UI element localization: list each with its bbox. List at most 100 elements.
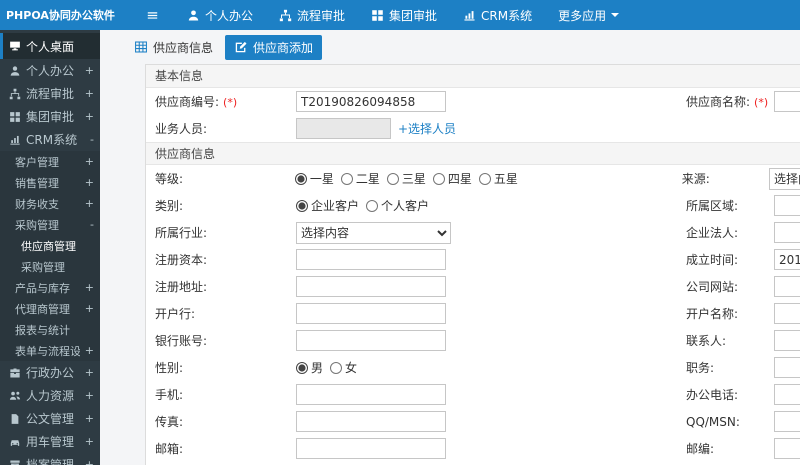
side-vehicle-mgmt[interactable]: 用车管理 +	[0, 430, 100, 453]
side-personal-desktop[interactable]: 个人桌面	[0, 33, 100, 59]
form-row: 银行账号: 联系人:	[146, 327, 800, 354]
gender-radio[interactable]	[330, 361, 343, 374]
level-option-label: 一星	[309, 172, 334, 186]
registered-address-input[interactable]	[296, 276, 446, 297]
side-product-inventory[interactable]: 产品与库存 +	[0, 277, 100, 298]
legal-person-input[interactable]	[774, 222, 800, 243]
side-sales-mgmt-label: 销售管理	[15, 176, 59, 190]
side-personal-office[interactable]: 个人办公 +	[0, 59, 100, 82]
side-sales-mgmt[interactable]: 销售管理 +	[0, 172, 100, 193]
side-group-approval[interactable]: 集团审批 +	[0, 105, 100, 128]
hamburger-menu-icon[interactable]	[138, 0, 166, 30]
bank-input[interactable]	[296, 303, 446, 324]
level-radio[interactable]	[340, 172, 353, 185]
nav-process-approval[interactable]: 流程审批	[266, 0, 358, 30]
side-hr[interactable]: 人力资源 +	[0, 384, 100, 407]
nav-more-apps[interactable]: 更多应用	[545, 0, 632, 30]
level-field: 一星 二星 三星 四星 五星	[294, 170, 682, 187]
qq-msn-label-text: QQ/MSN:	[686, 414, 740, 429]
contact-input[interactable]	[774, 330, 800, 351]
gender-option-1[interactable]: 女	[330, 359, 357, 376]
bank-account-input[interactable]	[296, 330, 446, 351]
category-label: 类别:	[146, 197, 296, 214]
gender-option-label: 女	[345, 361, 358, 375]
category-radio[interactable]	[366, 199, 379, 212]
side-supplier-mgmt[interactable]: 供应商管理	[0, 235, 100, 256]
business-person-input[interactable]	[296, 118, 391, 139]
side-process-approval[interactable]: 流程审批 +	[0, 82, 100, 105]
registered-capital-input[interactable]	[296, 249, 446, 270]
level-radio[interactable]	[294, 172, 307, 185]
side-finance[interactable]: 财务收支 +	[0, 193, 100, 214]
gender-radio[interactable]	[296, 361, 308, 374]
bank-field	[296, 303, 686, 324]
industry-select[interactable]: 选择内容	[296, 221, 451, 244]
tab-supplier-info[interactable]: 供应商信息	[130, 35, 217, 60]
legal-person-label-text: 企业法人:	[686, 226, 739, 240]
email-input[interactable]	[296, 438, 446, 459]
registered-address-label-text: 注册地址:	[155, 280, 208, 294]
qq-msn-input[interactable]	[774, 411, 800, 432]
website-input[interactable]	[774, 276, 800, 297]
side-document-mgmt[interactable]: 公文管理 +	[0, 407, 100, 430]
account-name-input[interactable]	[774, 303, 800, 324]
level-option-label: 二星	[355, 172, 380, 186]
level-radio[interactable]	[386, 172, 399, 185]
category-option-label: 个人客户	[381, 199, 430, 213]
mobile-input[interactable]	[296, 384, 446, 405]
fax-label: 传真:	[146, 413, 296, 430]
category-radio[interactable]	[296, 199, 308, 212]
gender-option-0[interactable]: 男	[296, 359, 323, 376]
supplier-no-input[interactable]	[296, 91, 446, 112]
required-marker: (*)	[754, 96, 769, 109]
nav-crm-system[interactable]: CRM系统	[450, 0, 545, 30]
side-form-process-settings[interactable]: 表单与流程设置 +	[0, 340, 100, 361]
expand-plus-icon: +	[84, 344, 94, 357]
founded-date-input[interactable]	[774, 249, 800, 270]
postcode-input[interactable]	[774, 438, 800, 459]
level-radio[interactable]	[478, 172, 491, 185]
side-archive-mgmt[interactable]: 档案管理 +	[0, 453, 100, 465]
side-crm-system[interactable]: CRM系统 -	[0, 128, 100, 151]
office-phone-input[interactable]	[774, 384, 800, 405]
source-label-text: 来源:	[681, 172, 710, 186]
side-purchase[interactable]: 采购管理	[0, 256, 100, 277]
side-reports-stats[interactable]: 报表与统计	[0, 319, 100, 340]
level-option-3[interactable]: 四星	[432, 170, 472, 187]
category-option-0[interactable]: 企业客户	[296, 197, 359, 214]
org-icon	[371, 9, 384, 22]
side-customer-mgmt[interactable]: 客户管理 +	[0, 151, 100, 172]
tab-supplier-add[interactable]: 供应商添加	[225, 34, 323, 60]
level-radio[interactable]	[432, 172, 445, 185]
side-personal-office-label: 个人办公	[26, 64, 75, 78]
source-select[interactable]: 选择内容	[769, 167, 800, 190]
gender-option-label: 男	[311, 361, 324, 375]
supplier-name-input[interactable]	[774, 91, 800, 112]
chart-icon	[9, 134, 21, 146]
side-admin-office[interactable]: 行政办公 +	[0, 361, 100, 384]
level-option-1[interactable]: 二星	[340, 170, 380, 187]
side-finance-label: 财务收支	[15, 197, 59, 211]
level-option-2[interactable]: 三星	[386, 170, 426, 187]
side-purchase-mgmt[interactable]: 采购管理 -	[0, 214, 100, 235]
position-input[interactable]	[774, 357, 800, 378]
nav-group-approval[interactable]: 集团审批	[358, 0, 450, 30]
topbar: PHPOA协同办公软件 个人办公 流程审批 集团审批 CRM系统 更多应用	[0, 0, 800, 30]
region-input[interactable]	[774, 195, 800, 216]
tab-bar: 供应商信息 供应商添加	[100, 30, 800, 64]
postcode-label-text: 邮编:	[686, 442, 715, 456]
position-field	[774, 357, 800, 378]
expand-plus-icon: +	[84, 302, 94, 315]
supplier-no-label: 供应商编号: (*)	[146, 93, 296, 110]
nav-personal-office[interactable]: 个人办公	[174, 0, 266, 30]
level-option-0[interactable]: 一星	[294, 170, 334, 187]
category-option-1[interactable]: 个人客户	[366, 197, 429, 214]
level-option-4[interactable]: 五星	[478, 170, 518, 187]
side-agent-mgmt[interactable]: 代理商管理 +	[0, 298, 100, 319]
fax-input[interactable]	[296, 411, 446, 432]
supplier-no-field	[296, 91, 686, 112]
registered-capital-label: 注册资本:	[146, 251, 296, 268]
supplier-add-form-panel: 基本信息供应商编号:(*)供应商名称:(*)业务人员:+选择人员供应商信息等级:…	[145, 64, 800, 465]
business-person-picker-link[interactable]: +选择人员	[398, 120, 456, 137]
caret-down-icon	[611, 13, 620, 21]
